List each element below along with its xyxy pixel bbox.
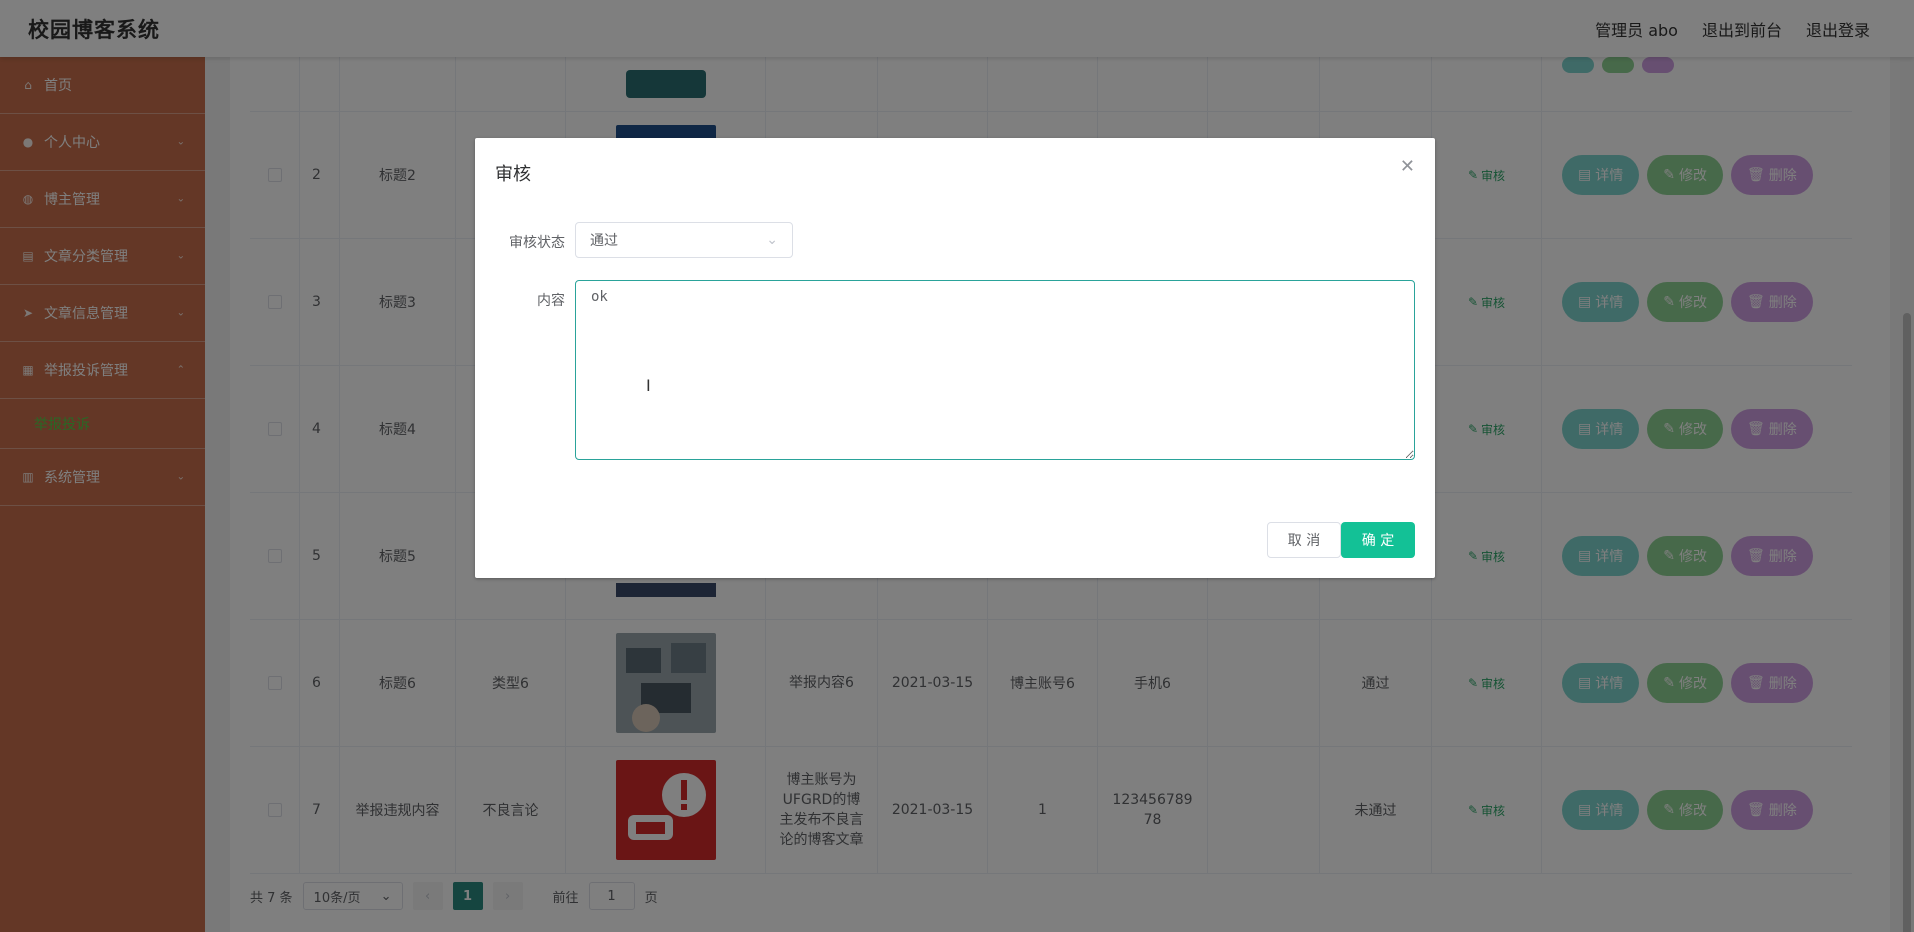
audit-status-select[interactable]: 通过 ⌄ (575, 222, 793, 258)
audit-status-label: 审核状态 (509, 235, 565, 251)
confirm-button[interactable]: 确 定 (1341, 522, 1415, 558)
dialog-title: 审核 (495, 164, 531, 185)
cancel-button[interactable]: 取 消 (1267, 522, 1341, 558)
audit-status-value: 通过 (590, 233, 618, 249)
chevron-down-icon: ⌄ (766, 232, 778, 248)
content-label: 内容 (537, 293, 565, 309)
audit-content-textarea[interactable]: ok (575, 280, 1415, 460)
text-cursor-icon: I (646, 376, 651, 395)
audit-dialog: 审核 ✕ 审核状态 通过 ⌄ 内容 ok I 取 消 确 定 (475, 138, 1435, 578)
close-icon[interactable]: ✕ (1400, 156, 1415, 177)
